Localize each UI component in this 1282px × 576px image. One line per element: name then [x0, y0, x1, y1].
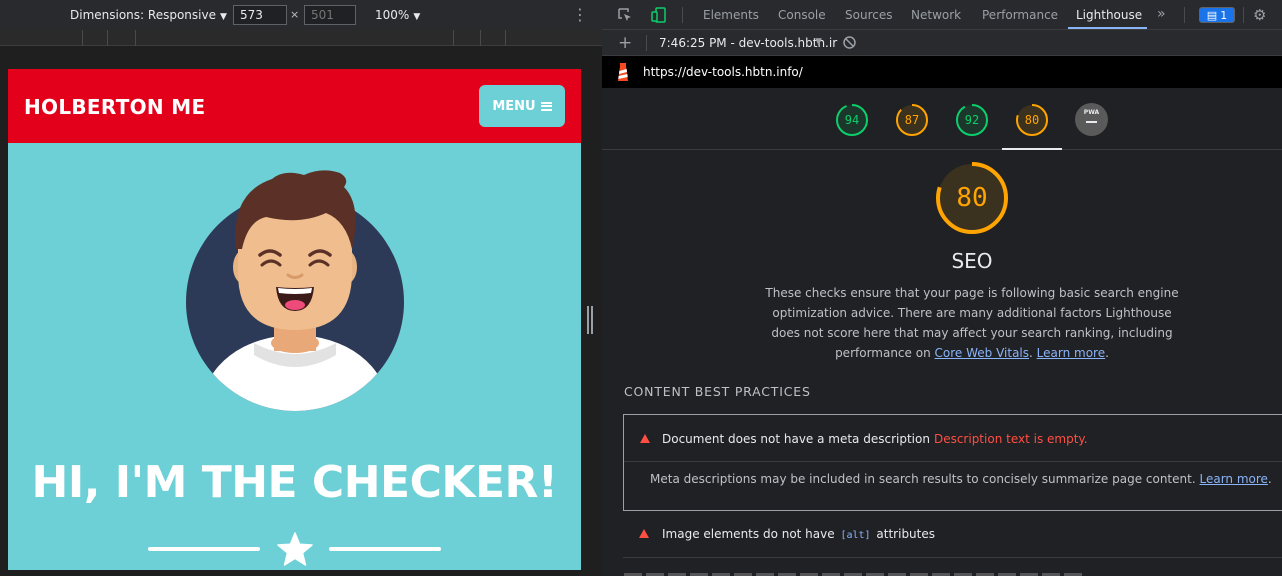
separator [1184, 7, 1185, 23]
width-input[interactable] [233, 5, 287, 25]
audit-title-pre: Image elements do not have [662, 527, 835, 541]
site-navbar: HOLBERTON ME MENU [8, 69, 581, 143]
audit-code: [alt] [840, 530, 871, 541]
separator [1243, 7, 1244, 23]
active-gauge-indicator [1002, 148, 1062, 150]
resize-handle[interactable] [587, 306, 593, 334]
more-tabs-icon[interactable]: » [1157, 6, 1166, 22]
tab-performance[interactable]: Performance [982, 8, 1058, 22]
new-report-icon[interactable]: + [618, 33, 632, 53]
more-options-icon[interactable]: ⋮ [572, 5, 588, 24]
learn-more-link[interactable]: Learn more [1037, 346, 1105, 360]
seo-score-gauge: 80 [935, 161, 1009, 235]
audit-title: Document does not have a meta descriptio… [662, 432, 930, 446]
report-url[interactable]: https://dev-tools.hbtn.info/ [643, 65, 803, 79]
media-query-bar[interactable] [0, 30, 602, 46]
avatar-illustration [186, 170, 404, 411]
menu-button[interactable]: MENU [479, 85, 565, 127]
star-icon [277, 532, 313, 566]
gear-icon[interactable]: ⚙ [1253, 6, 1266, 24]
audit-details: Meta descriptions may be included in sea… [650, 472, 1272, 486]
caret-down-icon: ▼ [219, 12, 227, 22]
device-toolbar: Dimensions: Responsive▼ × 100%▼ ⋮ [0, 0, 602, 30]
menu-label: MENU [492, 98, 536, 114]
link-separator: . [1029, 346, 1033, 360]
gauge-performance[interactable]: 94 [835, 103, 869, 137]
lighthouse-logo-icon [618, 63, 628, 81]
gauge-accessibility[interactable]: 87 [895, 103, 929, 137]
learn-more-link[interactable]: Learn more [1199, 472, 1267, 486]
report-url-bar: https://dev-tools.hbtn.info/ [602, 56, 1282, 88]
gauge-pwa[interactable]: PWA [1075, 103, 1108, 136]
fail-triangle-icon [639, 529, 649, 538]
seo-score-value: 80 [956, 183, 988, 213]
audit-error: Description text is empty. [933, 432, 1088, 446]
clear-reports-icon[interactable] [842, 35, 857, 50]
pwa-dash-icon [1086, 121, 1097, 123]
report-selector[interactable]: 7:46:25 PM - dev-tools.hbtn.ir [659, 36, 837, 50]
device-toolbar-toggle-icon[interactable] [650, 6, 668, 24]
clipped-text-line [624, 570, 1124, 576]
score-value: 94 [844, 113, 860, 127]
audit-image-alt[interactable]: Image elements do not have [alt] attribu… [623, 512, 1282, 558]
dimensions-label: Dimensions: Responsive [70, 8, 216, 22]
core-web-vitals-link[interactable]: Core Web Vitals [935, 346, 1030, 360]
tab-network[interactable]: Network [911, 8, 961, 22]
tab-elements[interactable]: Elements [703, 8, 759, 22]
hamburger-icon [540, 101, 552, 111]
hero-title: HI, I'M THE CHECKER! [31, 457, 558, 508]
divider-line [148, 547, 260, 551]
section-title: CONTENT BEST PRACTICES [624, 384, 811, 399]
pwa-label: PWA [1083, 109, 1100, 116]
caret-down-icon[interactable]: ▼ [815, 37, 822, 47]
star-divider [148, 531, 442, 567]
gauge-best-practices[interactable]: 92 [955, 103, 989, 137]
score-value: 80 [1024, 113, 1040, 127]
separator [646, 35, 647, 51]
divider-line [329, 547, 441, 551]
issues-count: 1 [1220, 8, 1228, 22]
height-input[interactable] [304, 5, 356, 25]
devtools-pane: Elements Console Sources Network Perform… [602, 0, 1282, 576]
issues-counter[interactable]: ▤ 1 [1199, 7, 1235, 23]
devtools-tabbar: Elements Console Sources Network Perform… [602, 0, 1282, 30]
emulated-page[interactable]: HOLBERTON ME MENU HI, I'M THE CHECKER! [8, 69, 581, 570]
inspect-element-icon[interactable] [616, 6, 634, 24]
audit-header[interactable]: Document does not have a meta descriptio… [624, 415, 1282, 462]
gauge-seo[interactable]: 80 [1015, 103, 1049, 137]
zoom-dropdown[interactable]: 100% ▼ [375, 8, 420, 22]
tab-lighthouse[interactable]: Lighthouse [1076, 8, 1142, 22]
category-title: SEO [951, 249, 993, 273]
period: . [1105, 346, 1109, 360]
audit-description: Meta descriptions may be included in sea… [650, 472, 1196, 486]
tab-sources[interactable]: Sources [845, 8, 892, 22]
active-tab-indicator [1068, 27, 1147, 29]
score-gauges: 94 87 92 80 PWA [602, 88, 1282, 150]
separator [682, 7, 683, 23]
audit-title-post: attributes [876, 527, 935, 541]
period: . [1267, 472, 1272, 486]
fail-triangle-icon [640, 434, 650, 443]
zoom-label: 100% [375, 8, 410, 22]
score-value: 87 [904, 113, 920, 127]
times-sign: × [290, 8, 300, 21]
lighthouse-toolbar: + 7:46:25 PM - dev-tools.hbtn.ir ▼ [602, 30, 1282, 56]
device-emulation-pane: Dimensions: Responsive▼ × 100%▼ ⋮ HOLBER… [0, 0, 602, 576]
audit-meta-description: Document does not have a meta descriptio… [623, 414, 1282, 511]
category-description: These checks ensure that your page is fo… [762, 283, 1182, 363]
caret-down-icon: ▼ [413, 12, 421, 22]
site-brand[interactable]: HOLBERTON ME [24, 95, 205, 119]
message-icon: ▤ [1206, 8, 1218, 22]
tab-console[interactable]: Console [778, 8, 826, 22]
score-value: 92 [964, 113, 980, 127]
dimensions-dropdown[interactable]: Dimensions: Responsive ▼ [70, 8, 227, 22]
